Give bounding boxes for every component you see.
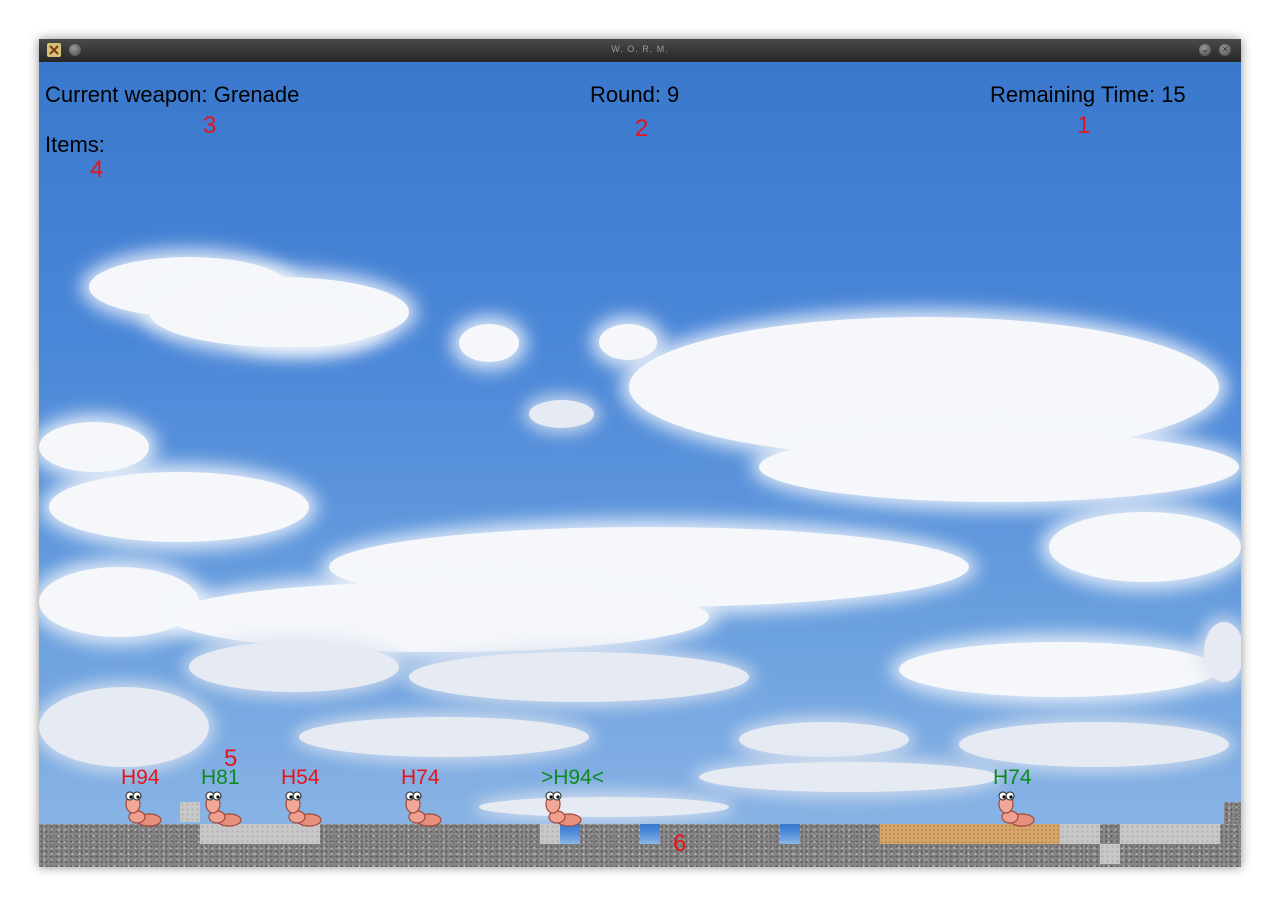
annotation-6: 6	[673, 830, 687, 857]
game-canvas[interactable]: Current weapon: Grenade Round: 9 Remaini…	[39, 62, 1241, 867]
window-title: W. O. R. M.	[611, 44, 669, 54]
minimize-button[interactable]: ⌄	[1199, 44, 1211, 56]
current-weapon-label: Current weapon: Grenade	[45, 82, 300, 107]
worm-label-active: >H94<	[541, 766, 605, 789]
remaining-time-label: Remaining Time: 15	[990, 82, 1186, 107]
annotation-2: 2	[635, 115, 649, 142]
annotation-4: 4	[90, 156, 104, 183]
items-label: Items:	[45, 132, 105, 157]
worm-sprite-active[interactable]	[543, 790, 585, 828]
worm-sprite[interactable]	[403, 790, 445, 828]
worm-sprite[interactable]	[283, 790, 325, 828]
close-button[interactable]: ×	[1219, 44, 1231, 56]
round-label: Round: 9	[590, 82, 680, 107]
worm-label: H94	[121, 766, 160, 789]
annotation-1: 1	[1077, 112, 1091, 139]
chevron-down-icon: ⌄	[1201, 44, 1209, 54]
close-icon: ×	[1222, 44, 1228, 54]
annotation-3: 3	[203, 112, 217, 139]
worm-sprite[interactable]	[123, 790, 165, 828]
worm-sprite[interactable]	[203, 790, 245, 828]
worm-label: H54	[281, 766, 320, 789]
worm-label: H81	[201, 766, 240, 789]
title-bar[interactable]: W. O. R. M. ⌄ ×	[39, 39, 1241, 62]
worm-label: H74	[401, 766, 440, 789]
worm-sprite[interactable]	[996, 790, 1038, 828]
worm-label: H74	[993, 766, 1032, 789]
game-window: W. O. R. M. ⌄ × Current weapon: Grenade …	[39, 39, 1241, 867]
